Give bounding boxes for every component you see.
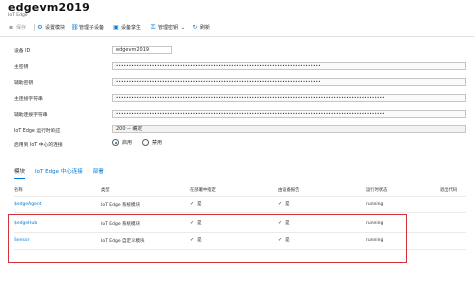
disable-radio-label: 禁用 xyxy=(152,140,163,146)
checkmark-icon: ✓ xyxy=(190,201,195,207)
primary-connection-string-label: 主连接字符串 xyxy=(14,97,43,102)
chevron-down-icon: ⌄ xyxy=(180,24,186,31)
secondary-key-field[interactable]: ••••••••••••••••••••••••••••••••••••••••… xyxy=(112,78,466,86)
column-header-type: 类型 xyxy=(101,188,110,193)
runtime-status: running xyxy=(366,202,384,207)
save-icon: ▪ xyxy=(8,23,14,31)
manage-child-devices-button[interactable]: ⛓ 管理子设备 xyxy=(71,23,104,32)
disable-radio[interactable]: 禁用 xyxy=(142,139,162,146)
column-header-specified: 在部署中指定 xyxy=(190,188,216,193)
device-id-label: 设备 ID xyxy=(14,49,31,54)
toolbar-divider-line xyxy=(0,36,474,37)
hub-connection-radio-group: 启用 禁用 xyxy=(112,139,162,146)
device-twin-label: 设备孪生 xyxy=(121,25,142,31)
page-subtitle: IoT Edge xyxy=(8,13,28,18)
tab-modules[interactable]: 模块 xyxy=(14,167,26,179)
specified-value: ✓ 是 xyxy=(190,201,202,207)
enable-radio-label: 启用 xyxy=(122,140,133,146)
manage-keys-label: 管理密钥 xyxy=(158,25,179,31)
set-modules-label: 设置模块 xyxy=(45,25,66,31)
command-bar: ▪ 保存 ⚙ 设置模块 ⛓ 管理子设备 ▣ 设备孪生 ⚿ 管理密钥 ⌄ ↻ 刷新 xyxy=(0,20,474,34)
device-tree-icon: ⛓ xyxy=(71,23,79,31)
tab-deployments[interactable]: 部署 xyxy=(93,167,104,179)
radio-selected-icon xyxy=(112,139,119,146)
tab-bar: 模块 IoT Edge 中心连接 部署 xyxy=(14,167,104,179)
gear-icon: ⚙ xyxy=(37,23,43,31)
highlight-box xyxy=(8,214,407,263)
secondary-key-label: 辅助密钥 xyxy=(14,81,34,86)
tab-hub-connections[interactable]: IoT Edge 中心连接 xyxy=(35,167,83,179)
runtime-response-field: 200 -- 确定 xyxy=(112,125,466,133)
enable-radio[interactable]: 启用 xyxy=(112,139,132,146)
refresh-icon: ↻ xyxy=(192,23,198,31)
primary-key-field[interactable]: ••••••••••••••••••••••••••••••••••••••••… xyxy=(112,62,466,70)
reported-value: ✓ 是 xyxy=(278,201,290,207)
device-id-field[interactable]: edgevm2019 xyxy=(112,46,172,54)
module-name-link[interactable]: $edgeAgent xyxy=(14,202,41,207)
secondary-connection-string-field[interactable]: ••••••••••••••••••••••••••••••••••••••••… xyxy=(112,110,466,118)
refresh-label: 刷新 xyxy=(200,25,211,31)
page-header: edgevm2019 IoT Edge xyxy=(0,0,474,22)
secondary-connection-string-label: 辅助连接字符串 xyxy=(14,113,48,118)
hub-connection-label: 启用到 IoT 中心的连接 xyxy=(14,143,63,148)
toolbar-divider xyxy=(34,24,35,31)
checkmark-icon: ✓ xyxy=(278,201,283,207)
column-header-reported: 由设备报告 xyxy=(278,188,300,193)
column-header-exit-code: 退出代码 xyxy=(440,188,458,193)
primary-key-label: 主密钥 xyxy=(14,65,29,70)
save-button[interactable]: ▪ 保存 xyxy=(8,23,26,32)
set-modules-button[interactable]: ⚙ 设置模块 xyxy=(37,23,65,32)
column-header-name: 名称 xyxy=(14,188,23,193)
column-header-status: 运行时状态 xyxy=(366,188,388,193)
manage-keys-button[interactable]: ⚿ 管理密钥 ⌄ xyxy=(150,23,186,32)
key-icon: ⚿ xyxy=(150,23,156,31)
table-header-divider xyxy=(14,196,466,197)
module-type: IoT Edge 系统模块 xyxy=(101,203,141,208)
primary-connection-string-field[interactable]: ••••••••••••••••••••••••••••••••••••••••… xyxy=(112,94,466,102)
twin-icon: ▣ xyxy=(113,23,119,31)
save-label: 保存 xyxy=(16,25,27,31)
radio-unselected-icon xyxy=(142,139,150,146)
runtime-response-label: IoT Edge 运行时响应 xyxy=(14,129,61,134)
row-divider xyxy=(14,212,466,213)
device-twin-button[interactable]: ▣ 设备孪生 xyxy=(113,23,141,32)
refresh-button[interactable]: ↻ 刷新 xyxy=(192,23,210,32)
manage-child-devices-label: 管理子设备 xyxy=(79,25,105,31)
